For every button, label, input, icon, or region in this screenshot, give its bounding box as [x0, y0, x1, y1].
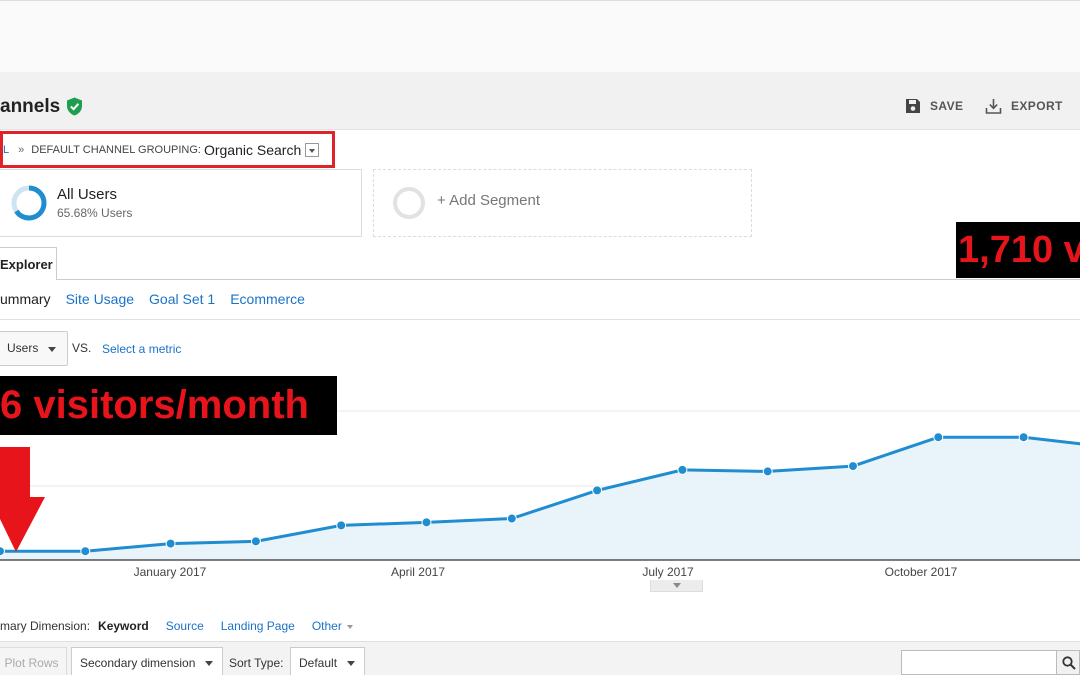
subtab-ecommerce[interactable]: Ecommerce — [230, 291, 305, 307]
plot-rows-button[interactable]: Plot Rows — [0, 647, 67, 675]
chart-area-fill — [0, 437, 1080, 560]
chart-point — [848, 461, 858, 472]
metric-select[interactable]: Users — [0, 331, 68, 366]
chart-point — [933, 432, 944, 443]
channel-grouping-value: Organic Search — [203, 141, 302, 158]
sort-type-label: Sort Type: — [229, 656, 284, 670]
chart-x-tick-label: April 2017 — [391, 565, 445, 579]
chart-x-tick-label: July 2017 — [642, 565, 694, 579]
add-segment-label: + Add Segment — [437, 192, 540, 209]
segment-all-users[interactable]: All Users 65.68% Users — [0, 169, 362, 237]
subtab-goal-set-1[interactable]: Goal Set 1 — [149, 291, 215, 307]
subtab-summary[interactable]: ummary — [0, 291, 51, 307]
chart-point — [336, 520, 347, 531]
annotation-left-callout: 6 visitors/month — [0, 376, 337, 435]
save-label: SAVE — [930, 99, 964, 113]
segment-name: All Users — [57, 186, 118, 203]
chart-point — [592, 485, 603, 496]
top-blank-bar — [0, 0, 1080, 72]
breadcrumb-first-link[interactable]: L — [3, 144, 9, 156]
primary-dimension-label: mary Dimension: — [0, 619, 91, 633]
chart-x-tick-label: January 2017 — [134, 565, 207, 579]
breadcrumb: L » DEFAULT CHANNEL GROUPING: Organic Se… — [0, 131, 335, 168]
chart-point — [165, 538, 176, 549]
chart-point — [421, 517, 432, 528]
table-search-input[interactable] — [901, 650, 1057, 675]
sort-type-select[interactable]: Default — [290, 647, 365, 675]
add-segment-button[interactable]: + Add Segment — [373, 169, 752, 237]
chart-x-tick-label: October 2017 — [885, 565, 958, 579]
channel-grouping-label: DEFAULT CHANNEL GROUPING: — [31, 143, 201, 156]
chart-point — [1018, 432, 1029, 443]
dimension-keyword[interactable]: Keyword — [98, 619, 149, 633]
dimension-other[interactable]: Other — [312, 619, 353, 633]
export-label: EXPORT — [1011, 99, 1063, 113]
segment-donut-icon — [11, 185, 47, 221]
channel-grouping-dropdown[interactable] — [305, 142, 320, 157]
annotation-right-callout: 1,710 v — [956, 222, 1080, 278]
download-icon — [985, 99, 1002, 114]
floppy-disk-icon — [906, 99, 920, 113]
verified-shield-icon — [67, 97, 82, 116]
chart-point — [250, 536, 261, 547]
page-title: annels — [0, 96, 61, 117]
empty-segment-ring-icon — [393, 187, 425, 219]
red-arrow-icon — [0, 447, 45, 552]
secondary-dimension-select[interactable]: Secondary dimension — [71, 647, 223, 675]
chart-point — [762, 466, 773, 477]
dimension-landing-page[interactable]: Landing Page — [221, 619, 295, 633]
segment-share: 65.68% Users — [57, 206, 133, 220]
dimension-source[interactable]: Source — [166, 619, 204, 633]
subtab-divider — [0, 319, 1080, 320]
tab-divider — [57, 279, 1080, 280]
subtab-site-usage[interactable]: Site Usage — [66, 291, 134, 307]
explorer-subtabs: ummary Site Usage Goal Set 1 Ecommerce — [0, 291, 305, 307]
tab-explorer[interactable]: Explorer — [0, 247, 57, 280]
table-search-button[interactable] — [1056, 650, 1080, 675]
save-button[interactable]: SAVE — [905, 98, 963, 114]
chart-point — [506, 513, 517, 524]
breadcrumb-separator: » — [18, 143, 25, 156]
export-button[interactable]: EXPORT — [985, 98, 1063, 114]
search-icon — [1062, 656, 1076, 670]
primary-dimension-row: mary Dimension: Keyword Source Landing P… — [0, 619, 353, 633]
select-metric-link[interactable]: Select a metric — [102, 342, 181, 356]
chart-collapse-handle[interactable] — [650, 580, 703, 592]
chart-point — [80, 546, 91, 557]
vs-label: VS. — [72, 341, 92, 355]
chart-point — [677, 464, 688, 475]
